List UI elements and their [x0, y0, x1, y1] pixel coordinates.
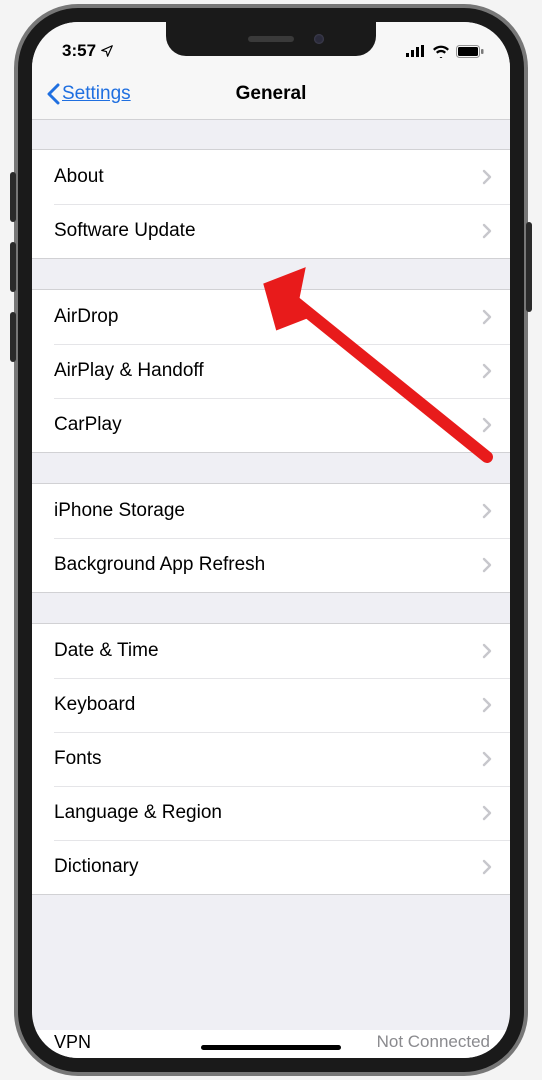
chevron-right-icon [482, 417, 492, 433]
chevron-right-icon [482, 557, 492, 573]
row-label: AirPlay & Handoff [54, 360, 204, 382]
row-label: AirDrop [54, 306, 118, 328]
row-label: VPN [54, 1032, 91, 1053]
row-label: Date & Time [54, 640, 159, 662]
row-fonts[interactable]: Fonts [32, 732, 510, 786]
row-airdrop[interactable]: AirDrop [32, 290, 510, 344]
location-arrow-icon [100, 44, 114, 58]
chevron-right-icon [482, 859, 492, 875]
row-label: Fonts [54, 748, 102, 770]
home-indicator[interactable] [201, 1045, 341, 1050]
section-separator [32, 894, 510, 934]
status-time: 3:57 [62, 41, 96, 61]
section-separator [32, 258, 510, 290]
back-button[interactable]: Settings [46, 83, 131, 105]
chevron-right-icon [482, 751, 492, 767]
chevron-right-icon [482, 309, 492, 325]
row-language-region[interactable]: Language & Region [32, 786, 510, 840]
row-label: About [54, 166, 104, 188]
row-background-app-refresh[interactable]: Background App Refresh [32, 538, 510, 592]
row-carplay[interactable]: CarPlay [32, 398, 510, 452]
back-label: Settings [62, 83, 131, 105]
row-keyboard[interactable]: Keyboard [32, 678, 510, 732]
chevron-right-icon [482, 805, 492, 821]
chevron-right-icon [482, 643, 492, 659]
screen: 3:57 [32, 22, 510, 1058]
chevron-right-icon [482, 363, 492, 379]
row-label: Dictionary [54, 856, 138, 878]
row-date-time[interactable]: Date & Time [32, 624, 510, 678]
row-airplay-handoff[interactable]: AirPlay & Handoff [32, 344, 510, 398]
row-vpn[interactable]: VPN Not Connected [32, 1030, 510, 1058]
battery-icon [456, 45, 484, 58]
section-separator [32, 452, 510, 484]
row-label: Background App Refresh [54, 554, 265, 576]
section-separator [32, 592, 510, 624]
settings-list[interactable]: About Software Update AirDrop AirPlay & … [32, 120, 510, 934]
row-label: Software Update [54, 220, 196, 242]
row-software-update[interactable]: Software Update [32, 204, 510, 258]
speaker-grille [248, 36, 294, 42]
row-label: Language & Region [54, 802, 222, 824]
cellular-signal-icon [406, 45, 426, 57]
chevron-right-icon [482, 503, 492, 519]
row-dictionary[interactable]: Dictionary [32, 840, 510, 894]
row-detail: Not Connected [377, 1032, 490, 1052]
row-label: Keyboard [54, 694, 135, 716]
notch [166, 22, 376, 56]
row-about[interactable]: About [32, 150, 510, 204]
row-iphone-storage[interactable]: iPhone Storage [32, 484, 510, 538]
row-label: CarPlay [54, 414, 122, 436]
chevron-left-icon [46, 83, 60, 105]
front-camera [314, 34, 324, 44]
nav-bar: Settings General [32, 68, 510, 120]
row-label: iPhone Storage [54, 500, 185, 522]
chevron-right-icon [482, 223, 492, 239]
chevron-right-icon [482, 697, 492, 713]
chevron-right-icon [482, 169, 492, 185]
phone-frame: 3:57 [18, 8, 524, 1072]
wifi-icon [432, 45, 450, 58]
section-separator [32, 120, 510, 150]
